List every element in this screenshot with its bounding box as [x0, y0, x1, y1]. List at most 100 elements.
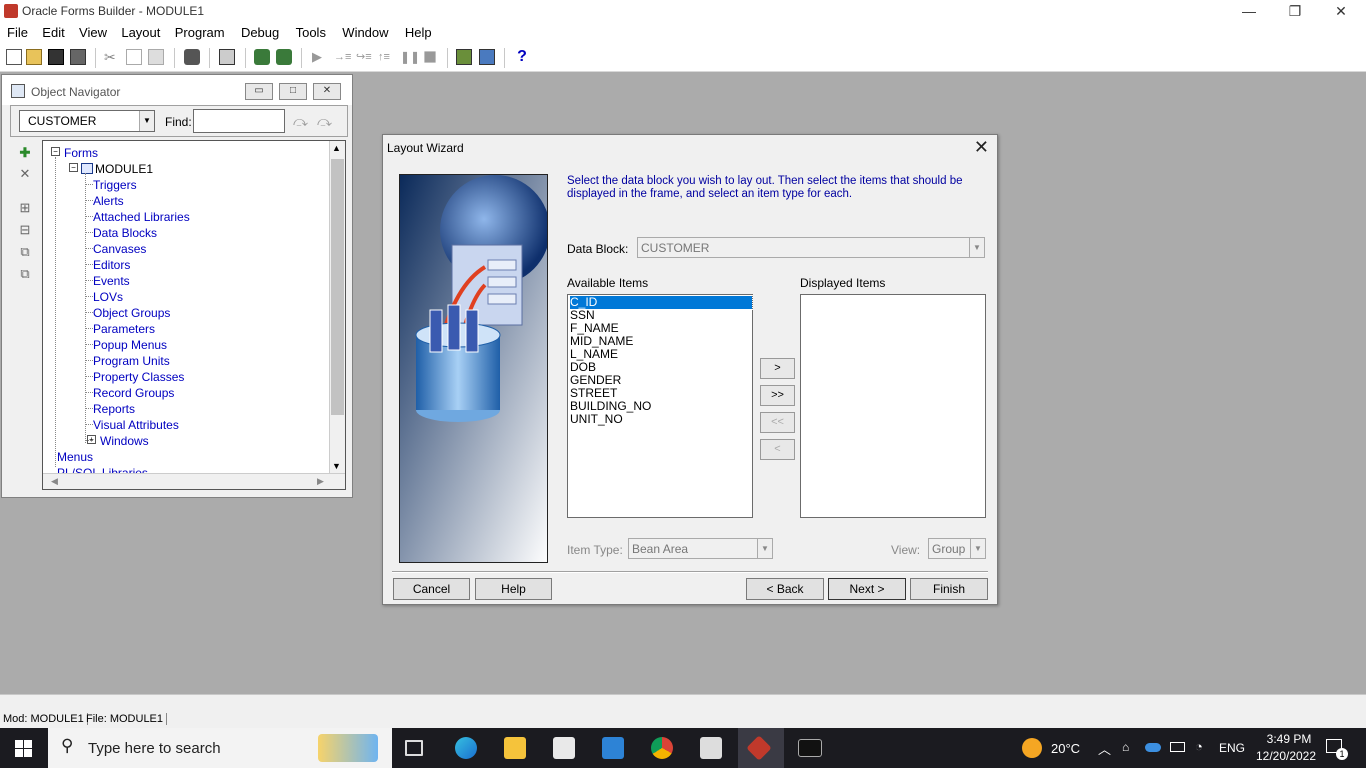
clock-time[interactable]: 3:49 PM: [1259, 732, 1319, 746]
go-icon[interactable]: ▶: [312, 49, 328, 65]
chrome-icon[interactable]: [651, 737, 673, 759]
tree-vertical-scrollbar[interactable]: ▲ ▼: [329, 141, 345, 473]
scroll-left-icon[interactable]: ◀: [51, 476, 58, 487]
wizard-close-icon[interactable]: ✕: [974, 137, 989, 158]
scroll-down-icon[interactable]: ▼: [332, 461, 341, 471]
open-icon[interactable]: [26, 49, 42, 65]
tree-node[interactable]: Forms: [64, 146, 98, 160]
minimize-button[interactable]: —: [1226, 0, 1272, 22]
search-backward-icon[interactable]: ⤼: [317, 113, 332, 130]
save-icon[interactable]: [48, 49, 64, 65]
create-icon[interactable]: [254, 49, 270, 65]
menu-help[interactable]: Help: [405, 22, 432, 40]
chevron-down-icon[interactable]: ▼: [969, 238, 984, 257]
available-item[interactable]: UNIT_NO: [570, 413, 752, 426]
tree-node[interactable]: Attached Libraries: [93, 210, 190, 224]
layout-wizard-icon[interactable]: [479, 49, 495, 65]
tree-node[interactable]: Reports: [93, 402, 135, 416]
chevron-down-icon[interactable]: ▼: [970, 539, 985, 558]
chevron-up-icon[interactable]: ︿: [1098, 739, 1111, 758]
step-out-icon[interactable]: ↑≡: [378, 49, 394, 65]
stop-icon[interactable]: [424, 51, 436, 63]
clock-date[interactable]: 12/20/2022: [1251, 749, 1321, 763]
help-icon[interactable]: ?: [514, 49, 530, 65]
wifi-icon[interactable]: ◔: [1195, 739, 1203, 754]
restore-button[interactable]: ❐: [1272, 0, 1318, 22]
tree-node[interactable]: Visual Attributes: [93, 418, 179, 432]
back-button[interactable]: < Back: [746, 578, 824, 600]
scroll-thumb[interactable]: [331, 159, 344, 415]
tree-node[interactable]: Data Blocks: [93, 226, 157, 240]
paste-icon[interactable]: [148, 49, 164, 65]
move-all-right-button[interactable]: >>: [760, 385, 795, 406]
tree-expander-icon[interactable]: −: [69, 163, 78, 172]
tree-node[interactable]: Triggers: [93, 178, 137, 192]
tree-expander-icon[interactable]: −: [51, 147, 60, 156]
pause-icon[interactable]: ❚❚: [400, 49, 420, 65]
navigator-minimize-button[interactable]: ▭: [245, 83, 273, 100]
chevron-down-icon[interactable]: ▼: [139, 111, 154, 131]
search-forward-icon[interactable]: ⤼: [293, 113, 308, 130]
battery-icon[interactable]: [1170, 742, 1185, 752]
help-button[interactable]: Help: [475, 578, 552, 600]
tree-node[interactable]: Events: [93, 274, 130, 288]
tree-node[interactable]: LOVs: [93, 290, 123, 304]
print-icon[interactable]: [70, 49, 86, 65]
view-select[interactable]: Group ▼: [928, 538, 986, 559]
compile-icon[interactable]: [184, 49, 200, 65]
delete-node-icon[interactable]: ✕: [17, 166, 33, 182]
item-type-select[interactable]: Bean Area ▼: [628, 538, 773, 559]
find-input[interactable]: [193, 109, 285, 133]
move-selected-right-button[interactable]: >: [760, 358, 795, 379]
displayed-items-list[interactable]: [800, 294, 986, 518]
menu-layout[interactable]: Layout: [121, 22, 160, 40]
tree-node[interactable]: Canvases: [93, 242, 146, 256]
menu-window[interactable]: Window: [342, 22, 388, 40]
menu-debug[interactable]: Debug: [241, 22, 279, 40]
store-icon[interactable]: [553, 737, 575, 759]
windows-start-icon[interactable]: [15, 740, 32, 757]
available-items-list[interactable]: C_ID SSN F_NAME MID_NAME L_NAME DOB GENDER STRE…: [567, 294, 753, 518]
input-language[interactable]: ENG: [1219, 741, 1245, 755]
tree-node[interactable]: Menus: [57, 450, 93, 464]
command-prompt-icon[interactable]: [798, 739, 822, 757]
task-view-icon[interactable]: [405, 740, 423, 756]
app-installer-icon[interactable]: [700, 737, 722, 759]
scroll-right-icon[interactable]: ▶: [317, 476, 324, 487]
mail-icon[interactable]: [602, 737, 624, 759]
expand-all-icon[interactable]: ⧉: [17, 244, 33, 260]
tree-horizontal-scrollbar[interactable]: ◀ ▶: [43, 473, 345, 489]
delete-icon[interactable]: [276, 49, 292, 65]
close-button[interactable]: ✕: [1318, 0, 1364, 22]
step-into-icon[interactable]: →≡: [334, 49, 351, 65]
move-selected-left-button[interactable]: <: [760, 439, 795, 460]
run-form-icon[interactable]: [219, 49, 235, 65]
network-icon[interactable]: ⌂: [1122, 740, 1129, 754]
cut-icon[interactable]: ✂: [104, 49, 120, 65]
tree-node[interactable]: Object Groups: [93, 306, 170, 320]
wizard-icon[interactable]: [456, 49, 472, 65]
menu-tools[interactable]: Tools: [296, 22, 326, 40]
taskbar-search-box[interactable]: ⚲ Type here to search: [48, 728, 392, 768]
onedrive-icon[interactable]: [1145, 743, 1161, 752]
tree-node[interactable]: Popup Menus: [93, 338, 167, 352]
navigator-close-button[interactable]: ✕: [313, 83, 341, 100]
finish-button[interactable]: Finish: [910, 578, 988, 600]
next-button[interactable]: Next >: [828, 578, 906, 600]
copy-icon[interactable]: [126, 49, 142, 65]
collapse-all-icon[interactable]: ⧉: [17, 266, 33, 282]
tree-node[interactable]: MODULE1: [95, 162, 153, 176]
data-block-select[interactable]: CUSTOMER ▼: [637, 237, 985, 258]
module-selector[interactable]: CUSTOMER ▼: [19, 110, 155, 132]
file-explorer-icon[interactable]: [504, 737, 526, 759]
available-item[interactable]: L_NAME: [570, 348, 752, 361]
new-icon[interactable]: [6, 49, 22, 65]
tree-node[interactable]: Editors: [93, 258, 130, 272]
menu-file[interactable]: File: [7, 22, 28, 40]
tree-node[interactable]: Property Classes: [93, 370, 184, 384]
collapse-icon[interactable]: ⊟: [17, 222, 33, 238]
menu-view[interactable]: View: [79, 22, 107, 40]
available-item[interactable]: C_ID: [569, 295, 753, 310]
step-over-icon[interactable]: ↪≡: [356, 49, 372, 65]
tree-node[interactable]: Parameters: [93, 322, 155, 336]
